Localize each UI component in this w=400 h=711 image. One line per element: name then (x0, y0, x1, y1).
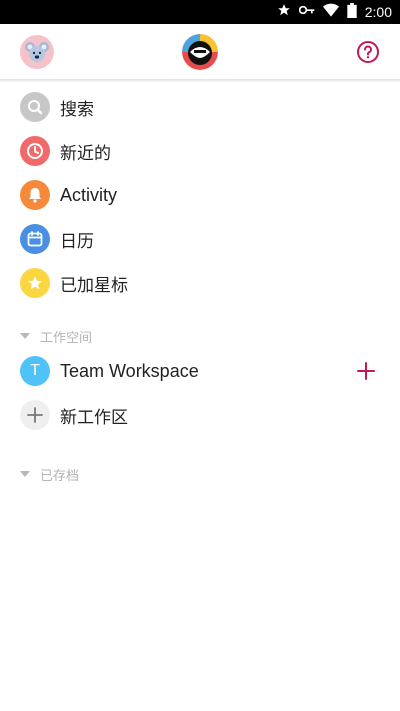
new-workspace-button[interactable]: 新工作区 (0, 393, 400, 437)
menu-item-activity[interactable]: Activity (0, 173, 400, 217)
archived-section-header[interactable]: 已存档 (0, 461, 400, 487)
menu-item-recent[interactable]: 新近的 (0, 129, 400, 173)
battery-icon (347, 2, 357, 22)
navigation-menu: 搜索 新近的 Activity 日历 已加星标 工作空间 T Team Work… (0, 85, 400, 487)
workspace-label: Team Workspace (60, 360, 199, 381)
app-bar (0, 24, 400, 80)
search-icon (20, 92, 50, 122)
star-icon (20, 268, 50, 298)
app-logo-icon[interactable] (182, 34, 218, 70)
workspace-item-team[interactable]: T Team Workspace (0, 349, 400, 393)
section-label: 工作空间 (40, 330, 93, 346)
clock-time: 2:00 (364, 4, 392, 20)
section-label: 已存档 (40, 468, 80, 484)
menu-item-search[interactable]: 搜索 (0, 85, 400, 129)
menu-item-label: 新近的 (60, 143, 111, 164)
new-workspace-label: 新工作区 (60, 407, 128, 428)
menu-item-label: Activity (60, 184, 118, 205)
workspaces-section-header[interactable]: 工作空间 (0, 323, 400, 349)
status-bar: 2:00 (0, 0, 400, 24)
clock-icon (20, 136, 50, 166)
koala-avatar-icon[interactable] (20, 35, 54, 69)
menu-item-label: 已加星标 (60, 275, 128, 296)
bell-icon (20, 180, 50, 210)
calendar-icon (20, 224, 50, 254)
workspace-letter-icon: T (20, 356, 50, 386)
menu-item-calendar[interactable]: 日历 (0, 217, 400, 261)
collapse-triangle-icon (20, 471, 30, 477)
collapse-triangle-icon (20, 333, 30, 339)
menu-item-starred[interactable]: 已加星标 (0, 261, 400, 305)
menu-item-label: 日历 (60, 231, 94, 252)
key-icon (298, 3, 315, 21)
star-status-icon (277, 3, 291, 21)
wifi-icon (322, 3, 339, 21)
help-circle-icon[interactable] (356, 40, 380, 64)
plus-icon (20, 400, 50, 430)
workspace-letter: T (30, 362, 40, 379)
add-board-plus-icon[interactable] (356, 361, 376, 381)
menu-item-label: 搜索 (60, 99, 94, 120)
